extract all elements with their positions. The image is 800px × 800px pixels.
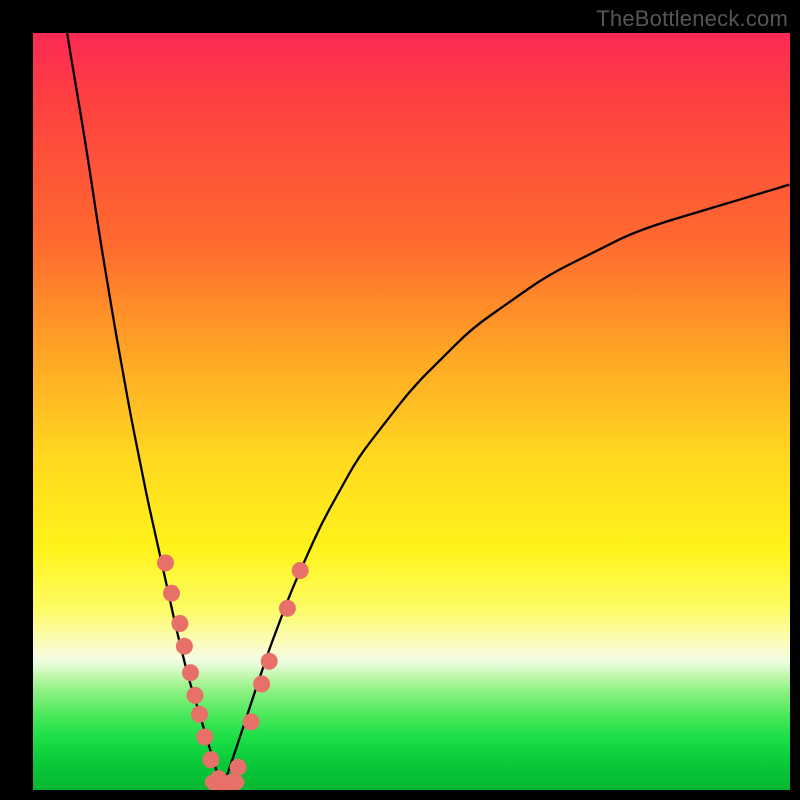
curve-right-branch [222,184,790,790]
marker-dot [182,664,199,681]
marker-dot [176,638,193,655]
marker-dot [196,729,213,746]
marker-dot [163,585,180,602]
curve-left-branch [67,33,222,790]
plot-area [33,33,790,790]
marker-dot [292,562,309,579]
marker-dot [171,615,188,632]
marker-dot [187,687,204,704]
curves-svg [33,33,790,790]
marker-dot [243,713,260,730]
marker-dot [253,676,270,693]
marker-dot [191,706,208,723]
marker-dot [157,554,174,571]
marker-dot [279,600,296,617]
chart-frame: TheBottleneck.com [0,0,800,800]
watermark-text: TheBottleneck.com [596,6,788,32]
marker-dot [202,751,219,768]
marker-dot [261,653,278,670]
marker-dot [230,759,247,776]
